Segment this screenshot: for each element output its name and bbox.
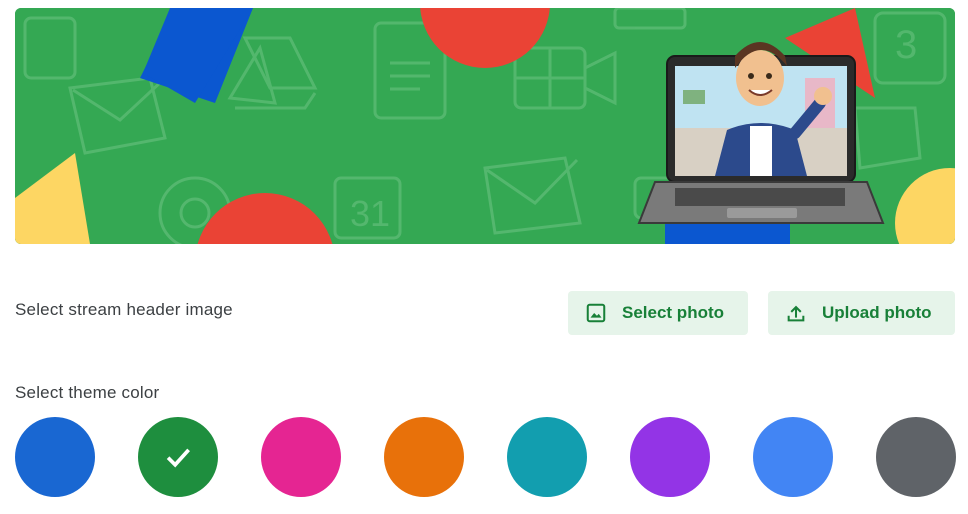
upload-icon (784, 301, 808, 325)
checkmark-icon (166, 448, 190, 468)
svg-text:3: 3 (895, 23, 917, 67)
theme-color-light-blue[interactable] (753, 417, 833, 497)
theme-color-blue[interactable] (15, 417, 95, 497)
theme-color-purple[interactable] (630, 417, 710, 497)
select-photo-button[interactable]: Select photo (568, 291, 748, 335)
theme-color-pink[interactable] (261, 417, 341, 497)
stream-header-banner: 31 3 (15, 8, 955, 244)
upload-photo-label: Upload photo (822, 303, 932, 322)
svg-text:31: 31 (350, 193, 390, 234)
theme-color-grey[interactable] (876, 417, 956, 497)
select-photo-label: Select photo (622, 303, 725, 322)
stream-header-label: Select stream header image (15, 300, 233, 319)
banner-illustration: 31 3 (15, 8, 955, 244)
laptop-illustration (637, 42, 885, 224)
upload-photo-button[interactable]: Upload photo (768, 291, 955, 335)
theme-color-label: Select theme color (15, 383, 160, 402)
theme-color-orange[interactable] (384, 417, 464, 497)
theme-color-green[interactable] (138, 417, 218, 497)
image-icon (584, 301, 608, 325)
theme-color-teal[interactable] (507, 417, 587, 497)
